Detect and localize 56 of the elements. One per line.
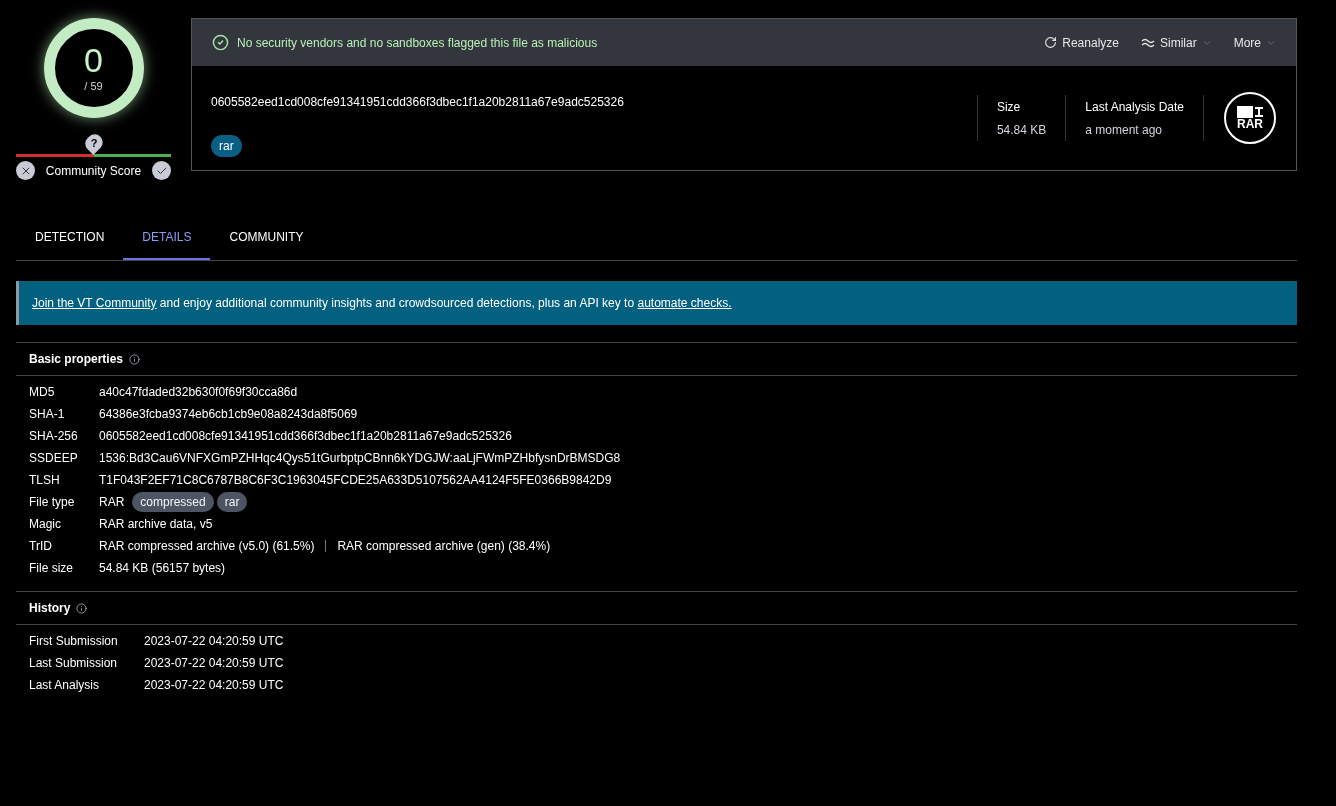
property-label: TLSH	[29, 472, 61, 489]
property-value: 54.84 KB (56157 bytes)	[99, 560, 226, 577]
upvote-icon[interactable]	[152, 161, 171, 180]
tab[interactable]: COMMUNITY	[210, 216, 323, 260]
property-label: MD5	[29, 384, 56, 401]
property-label: File type	[29, 494, 76, 511]
check-circle-icon	[212, 34, 229, 51]
history-label: Last Submission	[29, 655, 119, 672]
history-value: 2023-07-22 04:20:59 UTC	[144, 633, 284, 650]
toolbar-button[interactable]: Similar	[1141, 33, 1212, 52]
notice-link[interactable]: Join the VT Community	[32, 296, 157, 310]
status-message: No security vendors and no sandboxes flagged this file as malicious	[237, 34, 598, 52]
property-value: a40c47fdaded32b630f0f69f30cca86d	[99, 384, 298, 401]
notice-link[interactable]: automate checks.	[637, 296, 732, 310]
property-label: SHA-256	[29, 428, 79, 445]
stat-label: Last Analysis Date	[1085, 98, 1184, 116]
file-tag[interactable]: rar	[211, 135, 242, 157]
stat-value: 54.84 KB	[996, 121, 1047, 139]
history-label: First Submission	[29, 633, 119, 650]
property-value: 0605582eed1cd008cfe91341951cdd366f3dbec1f1a20b2811a67e9adc525326	[99, 428, 512, 445]
engine-total: / 59	[84, 78, 103, 94]
archive-file-icon: RAR	[1224, 92, 1276, 144]
refresh-icon	[1044, 36, 1058, 49]
tab[interactable]: DETAILS	[123, 216, 211, 260]
detection-count: 0	[84, 41, 103, 78]
property-label: SSDEEP	[29, 450, 79, 467]
property-label: File size	[29, 560, 74, 577]
property-label: Magic	[29, 516, 62, 533]
info-icon	[129, 353, 141, 365]
property-value: RAR compressed archive (v5.0) (61.5%)	[99, 538, 315, 555]
history-value: 2023-07-22 04:20:59 UTC	[144, 655, 284, 672]
stat-value: a moment ago	[1085, 121, 1163, 139]
property-label: SHA-1	[29, 406, 66, 423]
history-label: Last Analysis	[29, 677, 101, 694]
file-hash: 0605582eed1cd008cfe91341951cdd366f3dbec1f1a20b2811a67e9adc525326	[211, 94, 624, 111]
type-tag[interactable]: compressed	[132, 492, 214, 512]
community-score-label: Community Score	[45, 162, 142, 180]
property-value: 1536:Bd3Cau6VNFXGmPZHHqc4Qys51tGurbptpCBnn6kYDGJW:aaLjFWmPZHbfysnDrBMSDG8	[99, 450, 621, 467]
toolbar-button[interactable]: More	[1233, 33, 1276, 52]
history-value: 2023-07-22 04:20:59 UTC	[144, 677, 284, 694]
toolbar-button[interactable]: Reanalyze	[1044, 33, 1119, 52]
property-value: RAR	[99, 494, 125, 511]
section-title: Basic properties	[29, 351, 124, 368]
tab[interactable]: DETECTION	[16, 216, 124, 260]
property-value: T1F043F2EF71C8C6787B8C6F3C1963045FCDE25A633D5107562AA4124F5FE0366B9842D9	[99, 472, 612, 489]
property-label: TrID	[29, 538, 53, 555]
downvote-icon[interactable]	[16, 161, 35, 180]
property-value: RAR archive data, v5	[99, 516, 213, 533]
waves-icon	[1141, 37, 1155, 48]
property-value: RAR compressed archive (gen) (38.4%)	[325, 540, 551, 552]
stat-label: Size	[996, 98, 1022, 116]
type-tag[interactable]: rar	[216, 492, 248, 512]
notice-text: Join the VT Community and enjoy additional community insights and crowdsourced detections, plus an API key to automate checks.	[32, 295, 732, 312]
property-value: 64386e3fcba9374eb6cb1cb9e08a8243da8f5069	[99, 406, 358, 423]
section-title: History	[29, 600, 71, 617]
info-icon	[76, 602, 88, 614]
